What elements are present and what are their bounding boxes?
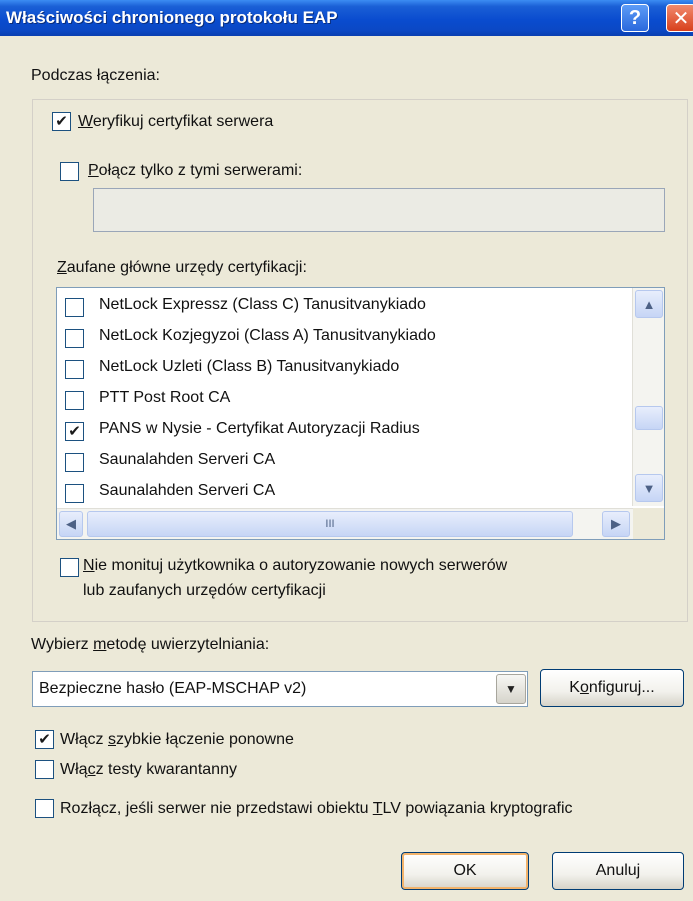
- configure-text-1: K: [569, 679, 580, 696]
- quarantine-label[interactable]: Włącz testy kwarantanny: [60, 761, 237, 779]
- fast-reconnect-text-1: Włącz: [60, 731, 108, 748]
- ca-label: PTT Post Root CA: [99, 389, 231, 406]
- ca-checkbox[interactable]: [65, 484, 84, 503]
- trusted-ca-list[interactable]: NetLock Expressz (Class C) Tanusitvanyki…: [56, 287, 665, 540]
- ca-checkbox[interactable]: [65, 298, 84, 317]
- verify-cert-mnemonic: W: [78, 113, 93, 130]
- scroll-left-button[interactable]: ◀: [59, 511, 83, 537]
- close-button[interactable]: ✕: [666, 4, 693, 32]
- window-title: Właściwości chronionego protokołu EAP: [6, 8, 338, 27]
- horizontal-scrollbar[interactable]: ◀ III ▶: [57, 508, 633, 539]
- dropdown-button[interactable]: ▼: [496, 674, 526, 704]
- fast-reconnect-text-2: zybkie łączenie ponowne: [116, 731, 294, 748]
- arrow-up-icon: ▲: [642, 296, 656, 312]
- list-item[interactable]: ✔ PANS w Nysie - Certyfikat Autoryzacji …: [65, 415, 625, 445]
- disconnect-checkbox[interactable]: [35, 799, 54, 818]
- fast-reconnect-checkbox[interactable]: ✔: [35, 730, 54, 749]
- connect-only-label[interactable]: Połącz tylko z tymi serwerami:: [88, 162, 302, 180]
- title-bar: Właściwości chronionego protokołu EAP ? …: [0, 0, 693, 36]
- connect-only-mnemonic: P: [88, 162, 99, 179]
- auth-method-select[interactable]: Bezpieczne hasło (EAP-MSCHAP v2) ▼: [32, 671, 528, 707]
- verify-cert-checkbox[interactable]: ✔: [52, 112, 71, 131]
- ca-checkbox[interactable]: ✔: [65, 422, 84, 441]
- vertical-scroll-thumb[interactable]: [635, 406, 663, 430]
- do-not-prompt-checkbox[interactable]: [60, 558, 79, 577]
- trusted-ca-text: aufane główne urzędy certyfikacji:: [66, 259, 307, 276]
- verify-cert-label[interactable]: Weryfikuj certyfikat serwera: [78, 113, 273, 131]
- check-icon: ✔: [38, 731, 51, 748]
- check-icon: ✔: [68, 423, 81, 440]
- eap-properties-dialog: Właściwości chronionego protokołu EAP ? …: [0, 0, 693, 901]
- list-item[interactable]: Saunalahden Serveri CA: [65, 477, 625, 507]
- scroll-up-button[interactable]: ▲: [635, 290, 663, 318]
- disconnect-mnemonic: T: [372, 800, 383, 817]
- list-item[interactable]: PTT Post Root CA: [65, 384, 625, 414]
- ca-checkbox[interactable]: [65, 360, 84, 379]
- fast-reconnect-label[interactable]: Włącz szybkie łączenie ponowne: [60, 731, 294, 749]
- cancel-button[interactable]: Anuluj: [552, 852, 684, 890]
- ca-label: NetLock Expressz (Class C) Tanusitvanyki…: [99, 296, 426, 313]
- quarantine-text-2: z testy kwarantanny: [95, 761, 237, 778]
- quarantine-text-1: Włą: [60, 761, 88, 778]
- horizontal-scroll-thumb[interactable]: III: [87, 511, 573, 537]
- list-item[interactable]: Saunalahden Serveri CA: [65, 446, 625, 476]
- disconnect-text-2: LV powiązania kryptografic: [382, 800, 573, 817]
- configure-text-2: nfiguruj...: [588, 679, 655, 696]
- auth-method-text-1: Wybierz: [31, 636, 94, 653]
- do-not-prompt-mnemonic: N: [83, 557, 95, 574]
- servers-input[interactable]: [93, 188, 665, 232]
- ca-label: Saunalahden Serveri CA: [99, 451, 276, 468]
- do-not-prompt-label-line2[interactable]: lub zaufanych urzędów certyfikacji: [83, 582, 326, 600]
- question-icon: ?: [628, 6, 642, 29]
- chevron-down-icon: ▼: [505, 682, 517, 696]
- quarantine-checkbox[interactable]: [35, 760, 54, 779]
- auth-method-text-2: etodę uwierzytelniania:: [106, 636, 270, 653]
- arrow-left-icon: ◀: [66, 516, 76, 531]
- verify-cert-text: eryfikuj certyfikat serwera: [92, 113, 274, 130]
- connect-only-checkbox[interactable]: [60, 162, 79, 181]
- ca-checkbox[interactable]: [65, 453, 84, 472]
- grip-icon: III: [325, 518, 335, 530]
- ca-label: NetLock Uzleti (Class B) Tanusitvanykiad…: [99, 358, 400, 375]
- do-not-prompt-text: ie monituj użytkownika o autoryzowanie n…: [94, 557, 508, 574]
- auth-method-selected: Bezpieczne hasło (EAP-MSCHAP v2): [39, 680, 307, 697]
- vertical-scrollbar[interactable]: ▲ ▼: [632, 288, 664, 506]
- list-item[interactable]: NetLock Uzleti (Class B) Tanusitvanykiad…: [65, 353, 625, 383]
- connect-only-text: ołącz tylko z tymi serwerami:: [98, 162, 303, 179]
- ca-label: Saunalahden Serveri CA: [99, 482, 276, 499]
- auth-method-label: Wybierz metodę uwierzytelniania:: [31, 636, 269, 654]
- scrollbar-corner: [633, 508, 664, 539]
- auth-method-mnemonic: m: [93, 636, 107, 653]
- disconnect-label[interactable]: Rozłącz, jeśli serwer nie przedstawi obi…: [60, 800, 573, 818]
- ca-label: PANS w Nysie - Certyfikat Autoryzacji Ra…: [99, 420, 420, 437]
- configure-button[interactable]: Ko nfiguruj...: [540, 669, 684, 707]
- quarantine-mnemonic: c: [87, 761, 96, 778]
- scroll-right-button[interactable]: ▶: [602, 511, 630, 537]
- disconnect-text-1: Rozłącz, jeśli serwer nie przedstawi obi…: [60, 800, 373, 817]
- configure-mnemonic: o: [579, 679, 589, 696]
- ca-checkbox[interactable]: [65, 391, 84, 410]
- check-icon: ✔: [55, 113, 68, 130]
- list-item[interactable]: NetLock Expressz (Class C) Tanusitvanyki…: [65, 291, 625, 321]
- fast-reconnect-mnemonic: s: [108, 731, 116, 748]
- trusted-ca-mnemonic: Z: [57, 259, 67, 276]
- help-button[interactable]: ?: [621, 4, 649, 32]
- ca-label: NetLock Kozjegyzoi (Class A) Tanusitvany…: [99, 327, 436, 344]
- arrow-right-icon: ▶: [611, 516, 621, 531]
- list-item[interactable]: NetLock Kozjegyzoi (Class A) Tanusitvany…: [65, 322, 625, 352]
- connect-heading: Podczas łączenia:: [31, 67, 160, 84]
- trusted-ca-label: Zaufane główne urzędy certyfikacji:: [57, 259, 307, 277]
- close-icon: ✕: [672, 7, 690, 30]
- do-not-prompt-label-line1[interactable]: Nie monituj użytkownika o autoryzowanie …: [83, 557, 507, 575]
- scroll-down-button[interactable]: ▼: [635, 474, 663, 502]
- ca-checkbox[interactable]: [65, 329, 84, 348]
- arrow-down-icon: ▼: [642, 480, 656, 496]
- ok-button[interactable]: OK: [401, 852, 529, 890]
